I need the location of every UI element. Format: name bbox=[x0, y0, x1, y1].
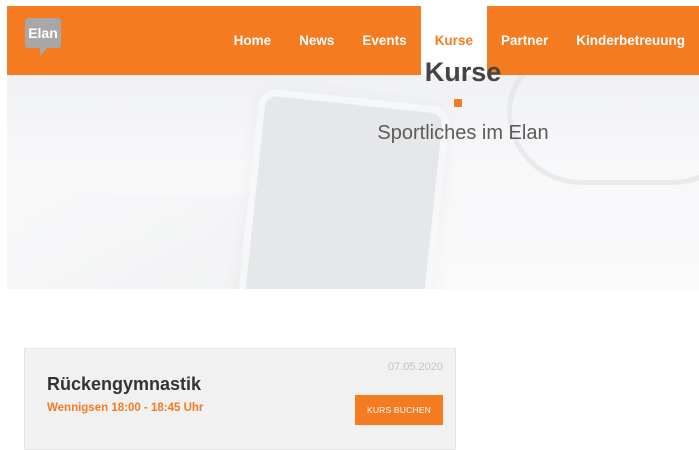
nav-home[interactable]: Home bbox=[220, 6, 286, 75]
nav-kinderbetreuung[interactable]: Kinderbetreuung bbox=[562, 6, 699, 75]
title-divider-dot bbox=[454, 99, 462, 107]
hero-banner bbox=[7, 75, 699, 289]
course-location-time: Wennigsen 18:00 - 18:45 Uhr bbox=[47, 402, 204, 414]
course-date: 07.05.2020 bbox=[387, 361, 443, 373]
logo-text: Elan bbox=[25, 18, 61, 48]
book-course-button[interactable]: KURS BUCHEN bbox=[355, 395, 443, 425]
logo-bubble-tail bbox=[40, 46, 49, 56]
hero-overlay bbox=[7, 75, 699, 289]
logo[interactable]: Elan bbox=[25, 18, 61, 56]
nav-news[interactable]: News bbox=[285, 6, 348, 75]
page-subtitle: Sportliches im Elan bbox=[377, 122, 549, 144]
site-header: Elan Home News Events Kurse Partner Kind… bbox=[7, 6, 699, 75]
course-title: Rückengymnastik bbox=[47, 374, 202, 394]
page-title: Kurse bbox=[424, 57, 502, 87]
